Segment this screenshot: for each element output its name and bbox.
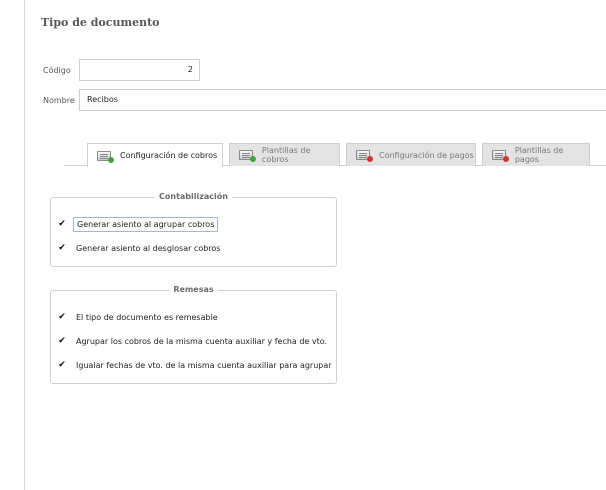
checkbox-agrupar-cobros[interactable]: ✔ Agrupar los cobros de la misma cuenta … <box>56 333 330 349</box>
checkmark-icon: ✔ <box>58 360 66 370</box>
tab-plantillas-pagos[interactable]: Plantillas de pagos <box>482 143 590 166</box>
document-remove-icon <box>356 150 373 162</box>
tab-plantillas-cobros[interactable]: Plantillas de cobros <box>229 143 340 166</box>
tab-configuracion-pagos[interactable]: Configuración de pagos <box>346 143 476 166</box>
checkbox-label: El tipo de documento es remesable <box>76 312 218 322</box>
checkbox-documento-remesable[interactable]: ✔ El tipo de documento es remesable <box>56 309 221 325</box>
tab-label: Plantillas de pagos <box>514 146 564 164</box>
nombre-label: Nombre <box>43 96 75 105</box>
checkbox-label: Generar asiento al desglosar cobros <box>76 243 221 253</box>
contabilizacion-group: Contabilización ✔ Generar asiento al agr… <box>50 192 337 267</box>
document-type-form: Tipo de documento Código 2 Nombre Recibo… <box>25 0 606 490</box>
checkbox-generar-asiento-agrupar[interactable]: ✔ Generar asiento al agrupar cobros <box>56 216 219 232</box>
tab-bar: Configuración de cobros Plantillas de co… <box>64 143 606 167</box>
codigo-input[interactable]: 2 <box>79 59 200 81</box>
document-add-icon <box>97 150 114 163</box>
checkmark-icon: ✔ <box>58 312 66 322</box>
checkbox-label: Igualar fechas de vto. de la misma cuent… <box>76 360 332 370</box>
codigo-label: Código <box>43 66 71 75</box>
contabilizacion-legend: Contabilización <box>51 192 336 201</box>
checkmark-icon: ✔ <box>58 336 66 346</box>
checkbox-generar-asiento-desglosar[interactable]: ✔ Generar asiento al desglosar cobros <box>56 240 223 256</box>
tab-label: Configuración de cobros <box>120 151 218 160</box>
document-add-icon <box>239 150 256 162</box>
checkbox-igualar-fechas[interactable]: ✔ Igualar fechas de vto. de la misma cue… <box>56 357 335 373</box>
checkbox-label: Generar asiento al agrupar cobros <box>73 216 219 232</box>
nombre-input[interactable]: Recibos <box>79 89 606 111</box>
checkmark-icon: ✔ <box>58 243 66 253</box>
tab-label: Plantillas de cobros <box>261 146 311 164</box>
checkmark-icon: ✔ <box>58 219 66 229</box>
page-title: Tipo de documento <box>41 16 160 29</box>
remesas-legend: Remesas <box>51 285 336 294</box>
document-remove-icon <box>492 150 509 162</box>
tab-label: Configuración de pagos <box>379 150 474 160</box>
remesas-group: Remesas ✔ El tipo de documento es remesa… <box>50 285 337 384</box>
tab-configuracion-cobros[interactable]: Configuración de cobros <box>87 143 223 167</box>
checkbox-label: Agrupar los cobros de la misma cuenta au… <box>76 336 328 346</box>
